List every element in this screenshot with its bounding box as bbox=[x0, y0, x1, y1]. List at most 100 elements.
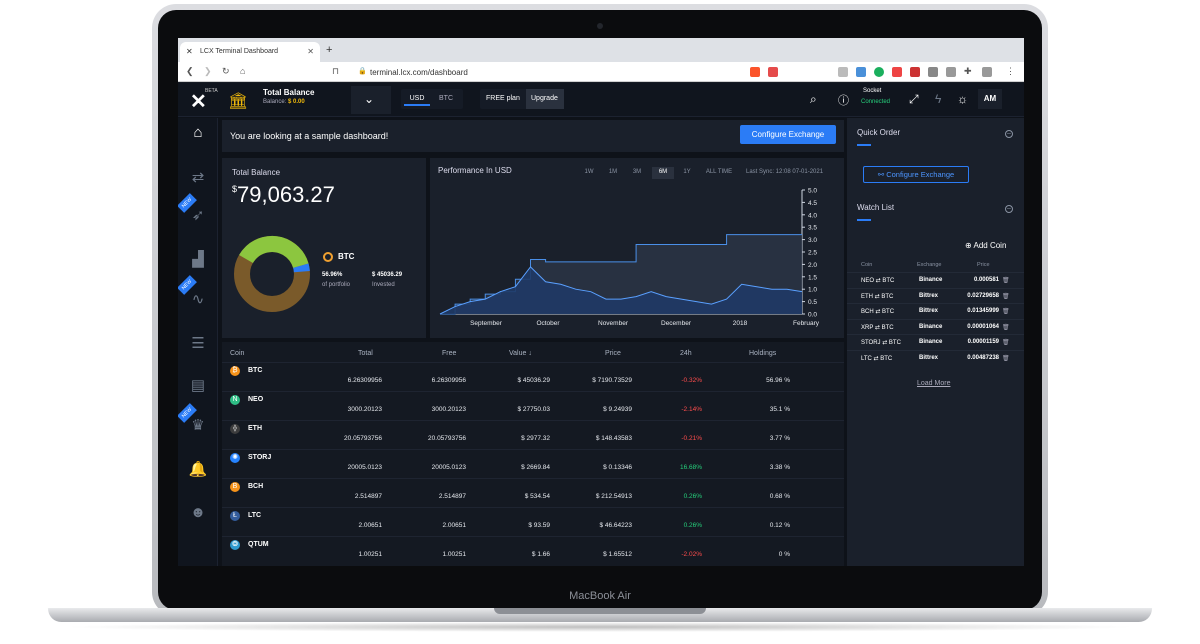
trash-icon[interactable]: 🗑 bbox=[1002, 293, 1010, 300]
extension-icon[interactable] bbox=[892, 67, 902, 77]
wl-exchange: Binance bbox=[919, 339, 943, 345]
cell-free: 2.00651 bbox=[442, 522, 467, 529]
configure-exchange-button-2[interactable]: ⚯ Configure Exchange bbox=[863, 166, 969, 183]
trash-icon[interactable]: 🗑 bbox=[1002, 308, 1010, 315]
sidebar-chart-icon[interactable]: ▟ bbox=[178, 250, 218, 280]
lcx-favicon-icon: ✕ bbox=[186, 47, 193, 56]
col-header-price[interactable]: Price bbox=[605, 350, 621, 357]
trash-icon[interactable]: 🗑 bbox=[1002, 277, 1010, 284]
coin-icon: ₿ bbox=[230, 366, 240, 376]
plan-box: FREE plan Upgrade bbox=[480, 89, 564, 109]
grammarly-icon[interactable] bbox=[874, 67, 884, 77]
sidebar-toggle-icon[interactable]: ☰ bbox=[178, 334, 218, 364]
sidebar-home-icon[interactable]: ⌂ bbox=[178, 124, 218, 154]
sidebar-user-icon[interactable]: ☻ bbox=[178, 504, 218, 534]
browser-tab[interactable]: ✕ LCX Terminal Dashboard ✕ bbox=[180, 42, 320, 62]
forward-icon[interactable]: ❯ bbox=[204, 66, 212, 77]
back-icon[interactable]: ❮ bbox=[186, 66, 194, 77]
help-icon[interactable]: ⓘ bbox=[838, 92, 849, 108]
watch-list-row[interactable]: ETH ⇄ BTC Bittrex 0.02729658 🗑 bbox=[847, 287, 1024, 303]
sidebar-pulse-icon[interactable]: ∿ bbox=[178, 290, 218, 320]
extension-icon[interactable] bbox=[928, 67, 938, 77]
theme-sun-icon[interactable]: ☼ bbox=[957, 92, 968, 106]
table-row[interactable]: N NEO 3000.20123 3000.20123 $ 27750.03 $ 9.24… bbox=[222, 391, 844, 420]
extension-icon[interactable] bbox=[946, 67, 956, 77]
wl-price: 0.00001064 bbox=[967, 323, 999, 330]
range-1m[interactable]: 1M bbox=[606, 167, 620, 179]
trash-icon[interactable]: 🗑 bbox=[1002, 324, 1010, 331]
wl-price: 0.00487238 bbox=[967, 354, 999, 361]
range-1w[interactable]: 1W bbox=[582, 167, 596, 179]
brave-shield-icon[interactable] bbox=[750, 67, 760, 77]
configure-exchange-button[interactable]: Configure Exchange bbox=[740, 125, 836, 144]
avatar[interactable]: AM bbox=[978, 89, 1002, 109]
currency-usd[interactable]: USD bbox=[404, 92, 430, 106]
col-header-holdings[interactable]: Holdings bbox=[749, 350, 776, 357]
search-icon[interactable]: ⌕ bbox=[810, 92, 817, 107]
balance-title: Total Balance bbox=[263, 88, 315, 97]
wl-exchange: Bittrex bbox=[919, 292, 939, 299]
invested-value: $ 45036.29 bbox=[372, 272, 403, 278]
extension-icon[interactable] bbox=[856, 67, 866, 77]
chevron-down-icon[interactable]: ⌄ bbox=[364, 92, 374, 106]
collapse-quick-order-icon[interactable]: – bbox=[1005, 130, 1013, 138]
col-header-value[interactable]: Value ↓ bbox=[509, 350, 532, 357]
extension-icon[interactable] bbox=[838, 67, 848, 77]
puzzle-icon[interactable]: ✚ bbox=[964, 66, 972, 77]
table-row[interactable]: B BCH 2.514897 2.514897 $ 534.54 $ 212.54913 0… bbox=[222, 478, 844, 507]
sidebar-trophy-icon[interactable]: ♛ bbox=[178, 416, 218, 446]
table-row[interactable]: ✺ STORJ 20005.0123 20005.0123 $ 2669.84 $ 0.1… bbox=[222, 449, 844, 478]
col-header-free[interactable]: Free bbox=[442, 350, 456, 357]
range-6m[interactable]: 6M bbox=[652, 167, 674, 179]
cell-24h: 0.26% bbox=[683, 493, 702, 500]
sidebar-rocket-icon[interactable]: ➶ bbox=[178, 206, 218, 236]
watch-list-row[interactable]: NEO ⇄ BTC Binance 0.000581 🗑 bbox=[847, 272, 1024, 287]
cell-24h: 16.68% bbox=[679, 464, 702, 471]
new-tab-icon[interactable]: + bbox=[326, 44, 332, 56]
trash-icon[interactable]: 🗑 bbox=[1002, 339, 1010, 346]
fullscreen-icon[interactable]: ⤢ bbox=[909, 92, 919, 107]
sort-arrow-icon[interactable]: ↓ bbox=[528, 350, 532, 357]
total-balance-amount: $79,063.27 bbox=[232, 182, 335, 208]
range-all-time[interactable]: ALL TIME bbox=[702, 167, 736, 179]
cell-24h: -0.32% bbox=[681, 377, 702, 384]
col-header-coin[interactable]: Coin bbox=[230, 350, 244, 357]
watch-list-row[interactable]: XRP ⇄ BTC Binance 0.00001064 🗑 bbox=[847, 318, 1024, 334]
sidebar-transfer-icon[interactable]: ⇄ bbox=[178, 168, 218, 198]
currency-btc[interactable]: BTC bbox=[433, 92, 459, 106]
home-icon[interactable]: ⌂ bbox=[240, 66, 245, 76]
table-row[interactable]: ❂ QTUM 1.00251 1.00251 $ 1.66 $ 1.65512 -2.02%… bbox=[222, 536, 844, 565]
watch-list-row[interactable]: STORJ ⇄ BTC Binance 0.00001159 🗑 bbox=[847, 334, 1024, 349]
browser-tabbar: ✕ LCX Terminal Dashboard ✕ + bbox=[178, 38, 1024, 62]
table-row[interactable]: ₿ BTC 6.26309956 6.26309956 $ 45036.29 $ 7190… bbox=[222, 362, 844, 391]
cell-price: $ 9.24939 bbox=[603, 406, 632, 413]
profile-icon[interactable] bbox=[982, 67, 992, 77]
col-header-total[interactable]: Total bbox=[358, 350, 373, 357]
reload-icon[interactable]: ↻ bbox=[222, 66, 230, 77]
collapse-watch-list-icon[interactable]: – bbox=[1005, 205, 1013, 213]
watch-list-row[interactable]: BCH ⇄ BTC Bittrex 0.01345999 🗑 bbox=[847, 303, 1024, 318]
range-1y[interactable]: 1Y bbox=[680, 167, 694, 179]
lightning-icon[interactable]: ϟ bbox=[935, 92, 941, 106]
sidebar-news-icon[interactable]: ▤ bbox=[178, 376, 218, 406]
tab-close-icon[interactable]: ✕ bbox=[307, 47, 314, 56]
load-more-link[interactable]: Load More bbox=[917, 380, 950, 387]
cell-value: $ 45036.29 bbox=[517, 377, 550, 384]
cell-24h: -0.21% bbox=[681, 435, 702, 442]
cell-total: 2.00651 bbox=[358, 522, 383, 529]
rewards-icon[interactable] bbox=[768, 67, 778, 77]
table-row[interactable]: Ł LTC 2.00651 2.00651 $ 93.59 $ 46.64223 0.26%… bbox=[222, 507, 844, 536]
address-input[interactable]: 🔒 terminal.lcx.com/dashboard bbox=[346, 65, 746, 79]
sidebar-bell-icon[interactable]: 🔔 bbox=[178, 460, 218, 490]
menu-icon[interactable]: ⋮ bbox=[1006, 66, 1015, 77]
y-tick-label: 4.0 bbox=[808, 212, 817, 219]
watch-list-row[interactable]: LTC ⇄ BTC Bittrex 0.00487238 🗑 bbox=[847, 349, 1024, 365]
col-header-24h[interactable]: 24h bbox=[680, 350, 692, 357]
upgrade-button[interactable]: Upgrade bbox=[526, 89, 564, 109]
add-coin-button[interactable]: ⊕ Add Coin bbox=[965, 241, 1006, 250]
extension-icon[interactable] bbox=[910, 67, 920, 77]
table-row[interactable]: ⟠ ETH 20.05793756 20.05793756 $ 2977.32 $ 148… bbox=[222, 420, 844, 449]
range-3m[interactable]: 3M bbox=[630, 167, 644, 179]
bookmark-icon[interactable]: ⊓ bbox=[332, 66, 339, 77]
trash-icon[interactable]: 🗑 bbox=[1002, 355, 1010, 362]
